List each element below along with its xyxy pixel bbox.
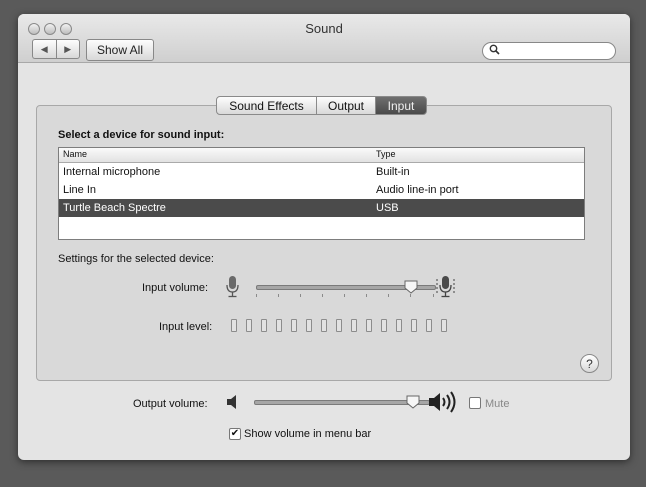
device-type: USB bbox=[376, 202, 399, 214]
tab-bar: Sound Effects Output Input bbox=[216, 96, 427, 115]
search-field[interactable] bbox=[482, 42, 616, 60]
column-header-type[interactable]: Type bbox=[376, 149, 396, 159]
column-header-name[interactable]: Name bbox=[63, 149, 87, 159]
mute-label: Mute bbox=[485, 398, 510, 410]
level-segment bbox=[426, 319, 432, 332]
table-row[interactable]: Line In Audio line-in port bbox=[59, 181, 584, 199]
microphone-low-icon bbox=[226, 276, 239, 298]
level-segment bbox=[336, 319, 342, 332]
input-device-table[interactable]: Name Type Internal microphone Built-in L… bbox=[58, 147, 585, 240]
level-segment bbox=[261, 319, 267, 332]
show-all-button[interactable]: Show All bbox=[86, 39, 154, 61]
table-row[interactable]: Internal microphone Built-in bbox=[59, 163, 584, 181]
input-volume-label: Input volume: bbox=[142, 282, 209, 294]
input-volume-slider[interactable] bbox=[256, 280, 436, 302]
show-volume-label: Show volume in menu bar bbox=[244, 428, 372, 440]
tab-input[interactable]: Input bbox=[375, 96, 427, 115]
back-forward-control: ◀ ▶ bbox=[32, 39, 80, 59]
input-level-meter bbox=[231, 319, 457, 333]
table-row-selected[interactable]: Turtle Beach Spectre USB bbox=[59, 199, 584, 217]
microphone-high-icon bbox=[436, 276, 455, 298]
input-volume-thumb[interactable] bbox=[404, 280, 418, 294]
mute-checkbox[interactable] bbox=[469, 397, 481, 409]
window-toolbar: Sound ◀ ▶ Show All bbox=[18, 14, 630, 63]
table-header: Name Type bbox=[59, 148, 584, 163]
level-segment bbox=[321, 319, 327, 332]
forward-arrow-icon: ▶ bbox=[64, 43, 72, 54]
output-volume-label: Output volume: bbox=[133, 398, 208, 410]
tab-sound-effects[interactable]: Sound Effects bbox=[216, 96, 317, 115]
output-volume-slider[interactable] bbox=[254, 395, 430, 414]
back-button[interactable]: ◀ bbox=[32, 39, 56, 59]
back-arrow-icon: ◀ bbox=[40, 43, 48, 54]
device-name: Line In bbox=[63, 184, 97, 196]
device-type: Audio line-in port bbox=[376, 184, 459, 196]
level-segment bbox=[351, 319, 357, 332]
level-segment bbox=[381, 319, 387, 332]
input-device-heading: Select a device for sound input: bbox=[58, 129, 225, 141]
device-type: Built-in bbox=[376, 166, 410, 178]
level-segment bbox=[396, 319, 402, 332]
level-segment bbox=[366, 319, 372, 332]
level-segment bbox=[306, 319, 312, 332]
help-icon: ? bbox=[586, 356, 593, 371]
tab-output[interactable]: Output bbox=[316, 96, 376, 115]
speaker-low-icon bbox=[227, 395, 236, 409]
level-segment bbox=[231, 319, 237, 332]
input-level-label: Input level: bbox=[159, 321, 213, 333]
settings-heading: Settings for the selected device: bbox=[58, 253, 214, 265]
help-button[interactable]: ? bbox=[580, 354, 599, 373]
output-volume-thumb[interactable] bbox=[406, 395, 420, 409]
device-name: Internal microphone bbox=[63, 166, 161, 178]
sound-preferences-window: Sound ◀ ▶ Show All Sound Effects Output … bbox=[18, 14, 630, 460]
level-segment bbox=[291, 319, 297, 332]
device-name: Turtle Beach Spectre bbox=[63, 202, 166, 214]
level-segment bbox=[411, 319, 417, 332]
speaker-high-icon bbox=[429, 391, 456, 413]
input-volume-ticks bbox=[256, 294, 434, 298]
search-icon bbox=[489, 44, 500, 55]
level-segment bbox=[441, 319, 447, 332]
checkmark-icon: ✔ bbox=[230, 428, 240, 439]
level-segment bbox=[276, 319, 282, 332]
forward-button[interactable]: ▶ bbox=[55, 39, 80, 59]
show-volume-checkbox[interactable]: ✔ bbox=[229, 428, 241, 440]
level-segment bbox=[246, 319, 252, 332]
window-title: Sound bbox=[305, 21, 343, 36]
